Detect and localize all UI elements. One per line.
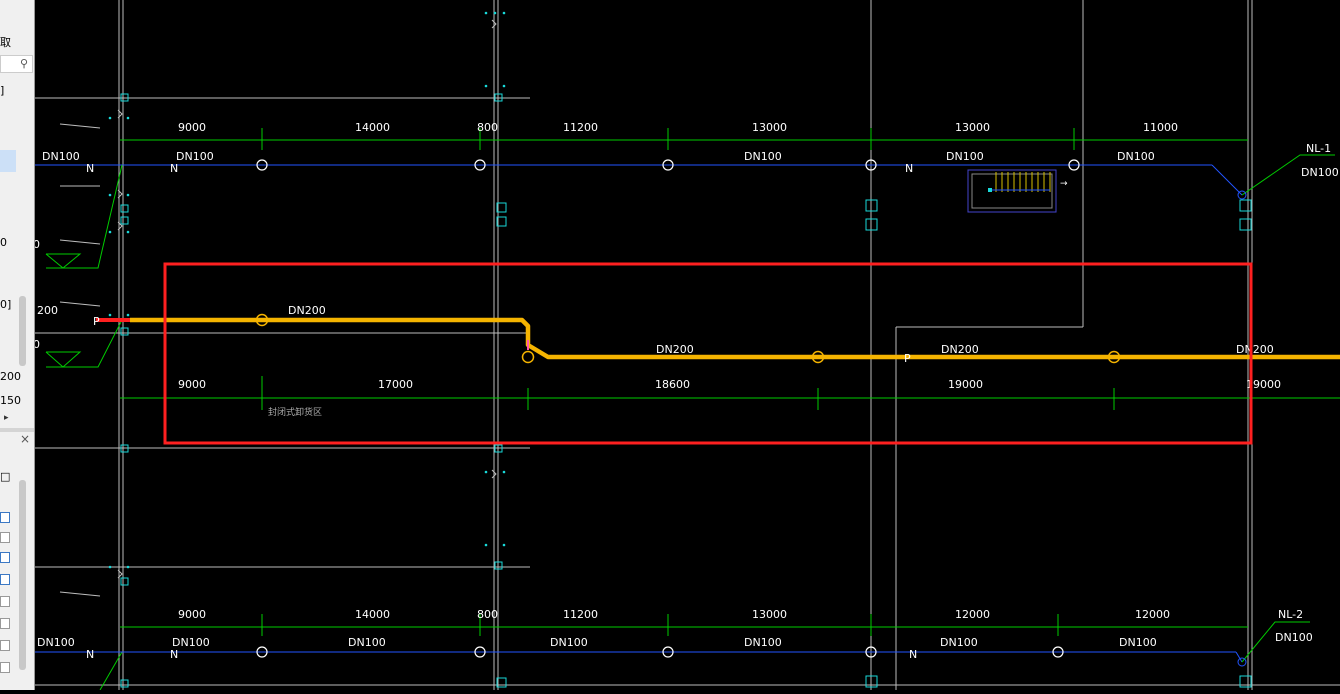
- dim-text: 18600: [655, 378, 690, 391]
- pipe-size-label: DN100: [744, 150, 782, 163]
- panel-value-200b: 200: [0, 370, 21, 383]
- pipe-size-label: DN200: [656, 343, 694, 356]
- left-label: 0: [35, 338, 40, 351]
- dim-text: 11200: [563, 608, 598, 621]
- stair-arrow: →: [1060, 179, 1068, 189]
- layer-checkbox[interactable]: [0, 574, 10, 585]
- bottom-pipe-labels: DN100 DN100 DN100 DN100 DN100 DN100 DN10…: [37, 608, 1313, 661]
- pipe-size-label: DN100: [37, 636, 75, 649]
- layer-checkbox[interactable]: [0, 512, 10, 523]
- layer-checkbox[interactable]: [0, 596, 10, 607]
- pipe-size-label: DN100: [744, 636, 782, 649]
- pipe-size-label: DN200: [941, 343, 979, 356]
- search-icon[interactable]: ⚲: [20, 57, 28, 70]
- top-water-branch[interactable]: [1211, 164, 1243, 196]
- top-dimension-line: [120, 128, 1248, 150]
- scrollbar[interactable]: [19, 296, 26, 366]
- pipe-size-label: DN100: [940, 636, 978, 649]
- dim-text: 11200: [563, 121, 598, 134]
- layer-checkbox[interactable]: [0, 552, 10, 563]
- mid-dimension-line: [120, 376, 1340, 410]
- panel-bracket: ]: [0, 84, 5, 97]
- area-note: 封闭式卸货区: [268, 406, 322, 418]
- dim-text: 14000: [355, 608, 390, 621]
- selection-highlight-box: [163, 262, 1253, 445]
- layer-checkbox[interactable]: [0, 618, 10, 629]
- pipe-p-label: P: [904, 352, 911, 365]
- dim-text: 14000: [355, 121, 390, 134]
- left-label: 0: [35, 238, 40, 251]
- pipe-size-label: DN100: [176, 150, 214, 163]
- pipe-n-label: N: [170, 648, 178, 661]
- pipe-size-label: DN200: [288, 304, 326, 317]
- main-dn200-pipe[interactable]: [130, 317, 1340, 360]
- pipe-p-label: P: [93, 315, 100, 328]
- bottom-water-branch[interactable]: [1235, 651, 1243, 663]
- pipe-n-label: N: [86, 648, 94, 661]
- left-label: 200: [37, 304, 58, 317]
- dim-text: 12000: [1135, 608, 1170, 621]
- stair-symbol: →: [967, 169, 1068, 213]
- dim-text: 13000: [752, 121, 787, 134]
- pipe-size-label: DN200: [1236, 343, 1274, 356]
- dim-text: 9000: [178, 608, 206, 621]
- bottom-dimension-line: [120, 614, 1248, 636]
- panel-value-0-bracket: 0]: [0, 298, 12, 311]
- nl1-size-label: DN100: [1301, 166, 1339, 179]
- pipe-size-label: DN100: [42, 150, 80, 163]
- cyan-dots: [108, 11, 506, 569]
- dim-text: 800: [477, 608, 498, 621]
- scrollbar-lower[interactable]: [19, 480, 26, 670]
- pipe-size-label: DN100: [946, 150, 984, 163]
- dim-text: 9000: [178, 378, 206, 391]
- top-dim-texts: 9000 14000 800 11200 13000 13000 11000: [178, 121, 1178, 134]
- dim-text: 800: [477, 121, 498, 134]
- pipe-n-label: N: [86, 162, 94, 175]
- bottom-dim-texts: 9000 14000 800 11200 13000 12000 12000: [178, 608, 1170, 621]
- nl2-label: NL-2: [1278, 608, 1303, 621]
- pipe-n-label: N: [170, 162, 178, 175]
- panel-value-0: 0: [0, 236, 7, 249]
- layer-checkbox[interactable]: [0, 662, 10, 673]
- search-box[interactable]: ⚲: [0, 55, 33, 73]
- cad-drawing-canvas[interactable]: 9000 14000 800 11200 13000 13000 11000 D…: [33, 0, 1340, 691]
- dim-text: 19000: [948, 378, 983, 391]
- dim-text: 12000: [955, 608, 990, 621]
- close-icon[interactable]: ×: [20, 432, 30, 446]
- pipe-size-label: DN100: [1119, 636, 1157, 649]
- pipe-size-label: DN100: [1117, 150, 1155, 163]
- pipe-n-label: N: [905, 162, 913, 175]
- panel-label-fetch: 取: [0, 36, 11, 49]
- cad-drawing[interactable]: 9000 14000 800 11200 13000 13000 11000 D…: [33, 0, 1340, 691]
- panel-label-box: □: [0, 470, 11, 483]
- dim-text: 13000: [955, 121, 990, 134]
- pipe-n-label: N: [909, 648, 917, 661]
- nl2-size-label: DN100: [1275, 631, 1313, 644]
- dim-text: 9000: [178, 121, 206, 134]
- top-pipe-labels: DN100 DN100 DN100 DN100 DN100 N N N NL-1…: [42, 142, 1339, 179]
- nl1-label: NL-1: [1306, 142, 1331, 155]
- column-break-marks: [117, 19, 497, 579]
- dim-text: 11000: [1143, 121, 1178, 134]
- layer-checkbox[interactable]: [0, 640, 10, 651]
- selected-row[interactable]: [0, 150, 16, 172]
- dim-text: 13000: [752, 608, 787, 621]
- left-leaders: [45, 164, 123, 691]
- valve-icon[interactable]: [521, 350, 535, 364]
- side-panel: 取 ⚲ ] 0 200 0] 200 150 ▸ × □: [0, 0, 35, 690]
- pipe-size-label: DN100: [348, 636, 386, 649]
- pipe-size-label: DN100: [550, 636, 588, 649]
- panel-value-150: 150: [0, 394, 21, 407]
- triangle-right-icon[interactable]: ▸: [4, 413, 9, 423]
- dim-text: 17000: [378, 378, 413, 391]
- layer-checkbox[interactable]: [0, 532, 10, 543]
